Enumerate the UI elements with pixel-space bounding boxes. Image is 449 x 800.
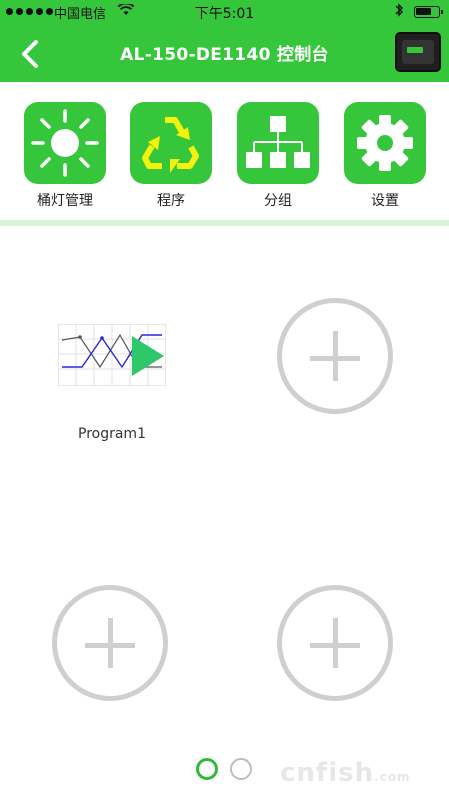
menu-item-settings[interactable]: 设置 (343, 102, 427, 210)
page-dot-active[interactable] (196, 758, 218, 780)
sun-icon (24, 102, 106, 184)
battery-icon (414, 6, 443, 18)
section-divider (0, 220, 449, 226)
program-label: Program1 (78, 426, 146, 442)
status-time: 下午5:01 (194, 6, 255, 22)
menu-item-group[interactable]: 分组 (236, 102, 320, 210)
status-bar: 中国电信 下午5:01 (0, 0, 449, 24)
top-bar: 中国电信 下午5:01 AL-150-DE1140 控制台 (0, 0, 449, 82)
device-led (407, 47, 423, 53)
program-thumbnail (58, 324, 166, 386)
feature-menu: 桶灯管理 程序 分组 设置 (0, 82, 449, 220)
menu-label-lights: 桶灯管理 (37, 193, 93, 209)
menu-label-settings: 设置 (371, 193, 399, 209)
watermark: cnfish.com (280, 758, 411, 788)
recycle-icon (130, 102, 212, 184)
bluetooth-icon (394, 2, 404, 22)
gear-icon (344, 102, 426, 184)
menu-item-lights[interactable]: 桶灯管理 (23, 102, 107, 210)
menu-label-program: 程序 (157, 193, 185, 209)
battery-level (416, 8, 431, 15)
add-program-button[interactable] (277, 298, 393, 414)
device-status-button[interactable] (395, 32, 441, 72)
add-program-button[interactable] (277, 585, 393, 701)
page-dot[interactable] (230, 758, 252, 780)
add-program-button[interactable] (52, 585, 168, 701)
menu-label-group: 分组 (264, 193, 292, 209)
menu-item-program[interactable]: 程序 (129, 102, 213, 210)
page-title: AL-150-DE1140 控制台 (120, 45, 329, 65)
hierarchy-icon (237, 102, 319, 184)
